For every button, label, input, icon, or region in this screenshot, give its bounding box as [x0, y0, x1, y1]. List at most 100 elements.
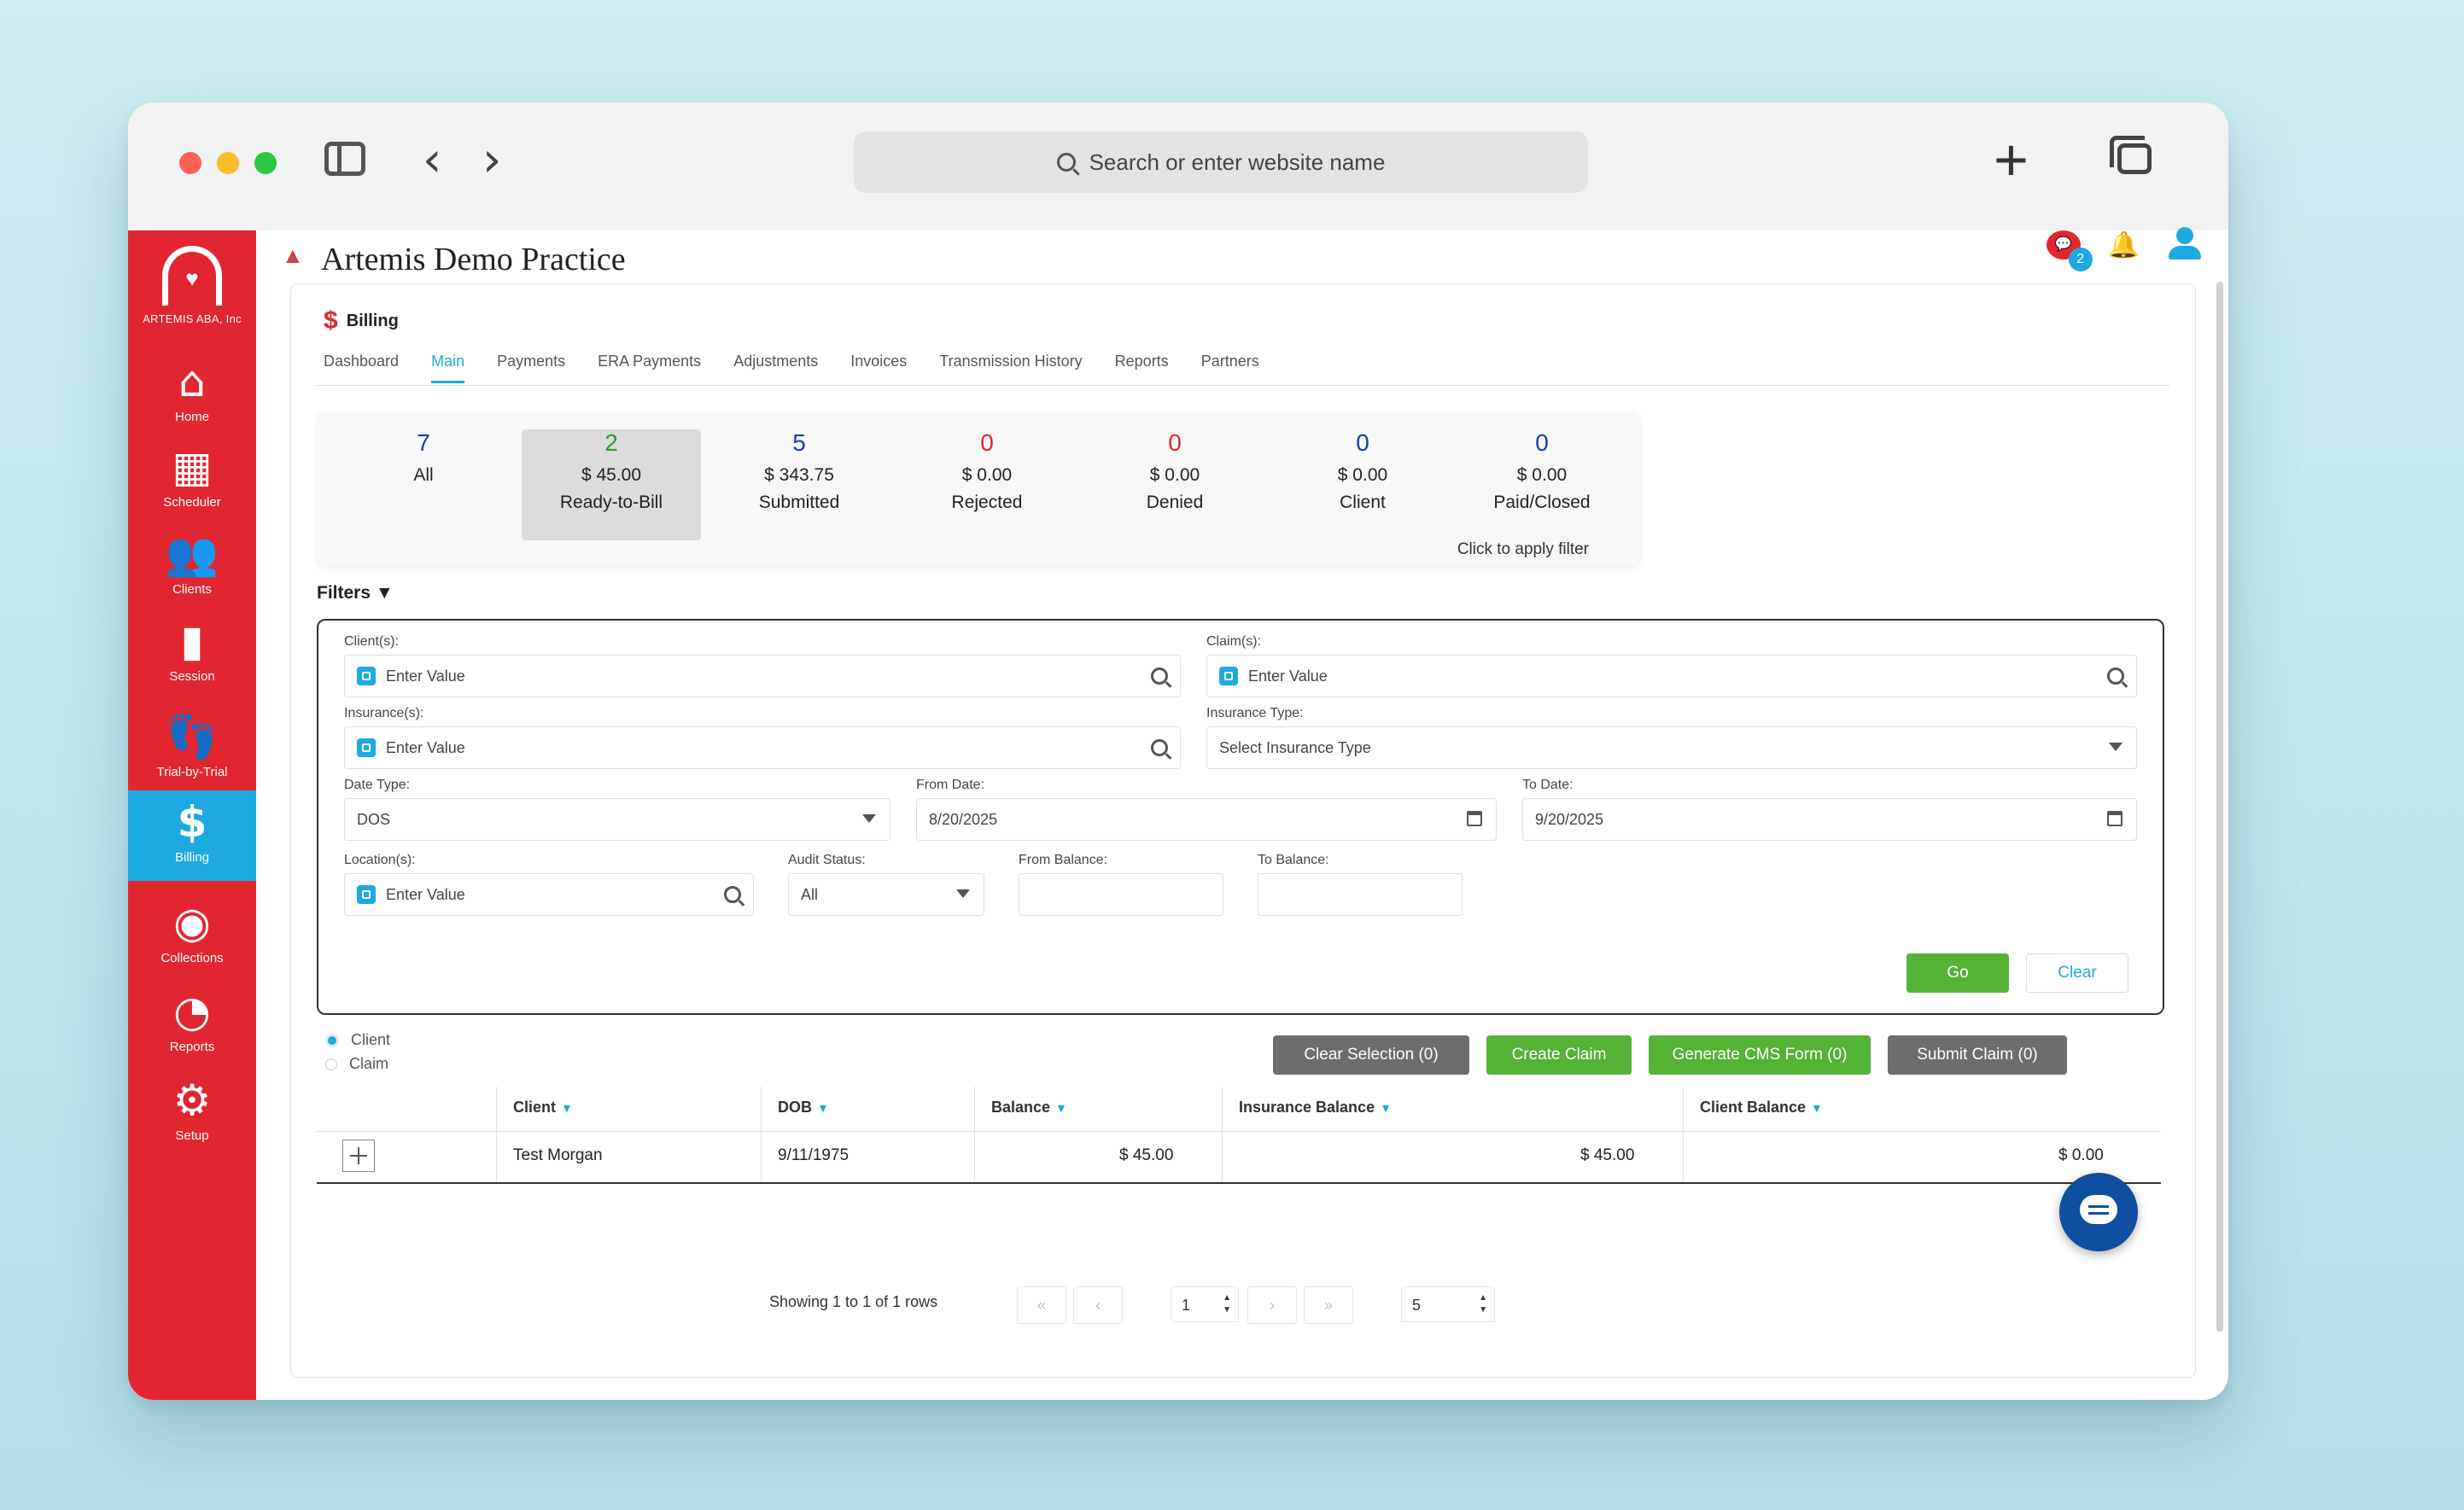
column-header-dob[interactable]: DOB ▼	[778, 1099, 829, 1116]
status-filter-client[interactable]: 0 $ 0.00 Client	[1273, 429, 1452, 540]
tab-reports[interactable]: Reports	[1115, 353, 1169, 383]
location-label: Location(s):	[344, 853, 416, 867]
insurance-type-select[interactable]: Select Insurance Type	[1206, 726, 2137, 769]
top-icons: 💬 2 🔔	[2046, 224, 2203, 271]
view-mode-client-radio[interactable]: Client	[325, 1031, 390, 1049]
org-logo[interactable]: ARTEMIS ABA, Inc	[128, 246, 256, 331]
close-window-button[interactable]	[179, 152, 201, 174]
create-claim-button[interactable]: Create Claim	[1486, 1035, 1632, 1075]
sidebar-item-home[interactable]: ⌂ Home	[128, 350, 256, 434]
tab-dashboard[interactable]: Dashboard	[324, 353, 399, 383]
status-count: 2	[604, 429, 618, 456]
from-balance-input[interactable]	[1019, 873, 1223, 916]
list-icon	[357, 738, 376, 757]
search-icon[interactable]	[2107, 668, 2124, 685]
tab-era-payments[interactable]: ERA Payments	[598, 353, 701, 383]
last-page-button[interactable]: »	[1304, 1286, 1353, 1324]
to-date-input[interactable]: 9/20/2025	[1522, 798, 2137, 841]
chat-support-button[interactable]	[2059, 1173, 2138, 1251]
audit-status-select[interactable]: All	[788, 873, 984, 916]
column-header-insurance-balance[interactable]: Insurance Balance ▼	[1239, 1099, 1392, 1116]
status-filter-ready-to-bill[interactable]: 2 $ 45.00 Ready-to-Bill	[522, 429, 701, 540]
new-tab-button[interactable]: +	[1994, 130, 2029, 189]
filters-toggle[interactable]: Filters ▼	[317, 583, 394, 603]
sidebar-item-trial-by-trial[interactable]: 👣 Trial-by-Trial	[128, 705, 256, 789]
stepper-icon[interactable]: ▲ ▼	[1479, 1292, 1487, 1316]
date-type-value: DOS	[357, 810, 391, 828]
app-sidebar: ARTEMIS ABA, Inc ⌂ Home ▦ Scheduler 👥 Cl…	[128, 230, 256, 1400]
date-type-select[interactable]: DOS	[344, 798, 890, 841]
column-header-client[interactable]: Client ▼	[513, 1099, 573, 1116]
clear-filters-button[interactable]: Clear	[2026, 953, 2128, 993]
tab-partners[interactable]: Partners	[1201, 353, 1259, 383]
sidebar-item-reports[interactable]: ◔ Reports	[128, 980, 256, 1064]
maximize-window-button[interactable]	[254, 152, 277, 174]
artemis-logo-icon	[162, 246, 222, 306]
status-filter-paid-closed[interactable]: 0 $ 0.00 Paid/Closed	[1452, 429, 1632, 540]
go-button[interactable]: Go	[1906, 953, 2009, 993]
calendar-icon[interactable]	[2107, 811, 2122, 826]
sidebar-item-collections[interactable]: ◉ Collections	[128, 891, 256, 975]
address-bar[interactable]: Search or enter website name	[854, 131, 1588, 193]
prev-page-button[interactable]: ‹	[1073, 1286, 1123, 1324]
next-page-button[interactable]: ›	[1247, 1286, 1297, 1324]
location-input[interactable]: Enter Value	[344, 873, 754, 916]
tab-main[interactable]: Main	[431, 353, 465, 383]
status-filter-submitted[interactable]: 5 $ 343.75 Submitted	[709, 429, 889, 540]
sidebar-item-clients[interactable]: 👥 Clients	[128, 522, 256, 606]
search-icon[interactable]	[1151, 668, 1168, 685]
search-icon[interactable]	[1151, 739, 1168, 756]
tab-invoices[interactable]: Invoices	[850, 353, 907, 383]
status-filter-all[interactable]: 7 All	[334, 429, 513, 540]
practice-logo-icon: ▲	[282, 242, 304, 268]
sidebar-toggle-icon[interactable]	[324, 142, 365, 176]
list-icon	[357, 667, 376, 685]
browser-window: ‹ › Search or enter website name + ARTEM…	[128, 102, 2228, 1400]
clear-selection-button[interactable]: Clear Selection (0)	[1273, 1035, 1469, 1075]
first-page-button[interactable]: «	[1017, 1286, 1066, 1324]
user-avatar-icon[interactable]	[2167, 227, 2203, 263]
view-mode-claim-radio[interactable]: Claim	[325, 1055, 388, 1073]
stepper-icon[interactable]: ▲ ▼	[1223, 1292, 1231, 1316]
sidebar-item-session[interactable]: ▮ Session	[128, 609, 256, 693]
column-header-balance[interactable]: Balance ▼	[991, 1099, 1067, 1116]
page-scrollbar[interactable]	[2216, 282, 2223, 1332]
back-arrow-icon[interactable]: ‹	[423, 135, 441, 186]
table-row[interactable]: Test Morgan 9/11/1975 $ 45.00 $ 45.00 $ …	[317, 1131, 2161, 1184]
sidebar-item-billing[interactable]: $ Billing	[128, 790, 256, 881]
bell-icon[interactable]: 🔔	[2108, 230, 2140, 260]
tab-overview-icon[interactable]	[2110, 136, 2152, 174]
chat-bubble-icon: 💬	[2054, 237, 2072, 252]
to-balance-input[interactable]	[1258, 873, 1463, 916]
insurance-input[interactable]: Enter Value	[344, 726, 1181, 769]
messages-button[interactable]: 💬 2	[2046, 230, 2093, 271]
to-date-value: 9/20/2025	[1535, 810, 1604, 828]
minimize-window-button[interactable]	[217, 152, 239, 174]
expand-row-icon[interactable]	[342, 1140, 375, 1172]
tab-payments[interactable]: Payments	[497, 353, 565, 383]
column-header-client-balance[interactable]: Client Balance ▼	[1700, 1099, 1823, 1116]
forward-arrow-icon[interactable]: ›	[482, 135, 501, 186]
search-icon[interactable]	[724, 886, 741, 903]
status-filter-rejected[interactable]: 0 $ 0.00 Rejected	[897, 429, 1077, 540]
sidebar-item-setup[interactable]: ⚙ Setup	[128, 1069, 256, 1152]
clients-input[interactable]: Enter Value	[344, 655, 1181, 697]
status-count: 7	[417, 429, 430, 456]
claims-label: Claim(s):	[1206, 634, 1261, 649]
status-filter-denied[interactable]: 0 $ 0.00 Denied	[1085, 429, 1264, 540]
calendar-icon: ▦	[172, 442, 213, 492]
sidebar-item-scheduler[interactable]: ▦ Scheduler	[128, 435, 256, 519]
from-date-input[interactable]: 8/20/2025	[916, 798, 1497, 841]
cell-insurance-balance: $ 45.00	[1580, 1146, 1635, 1164]
page-size-input[interactable]: 5 ▲ ▼	[1401, 1286, 1495, 1322]
claims-input[interactable]: Enter Value	[1206, 655, 2137, 697]
generate-cms-form-button[interactable]: Generate CMS Form (0)	[1649, 1035, 1871, 1075]
billing-card: $ Billing Dashboard Main Payments ERA Pa…	[290, 283, 2196, 1378]
status-amount: $ 0.00	[1337, 465, 1388, 485]
tab-adjustments[interactable]: Adjustments	[733, 353, 818, 383]
calendar-icon[interactable]	[1467, 811, 1482, 826]
status-count: 0	[980, 429, 994, 456]
page-number-input[interactable]: 1 ▲ ▼	[1171, 1286, 1239, 1322]
tab-transmission-history[interactable]: Transmission History	[939, 353, 1082, 383]
submit-claim-button[interactable]: Submit Claim (0)	[1888, 1035, 2067, 1075]
